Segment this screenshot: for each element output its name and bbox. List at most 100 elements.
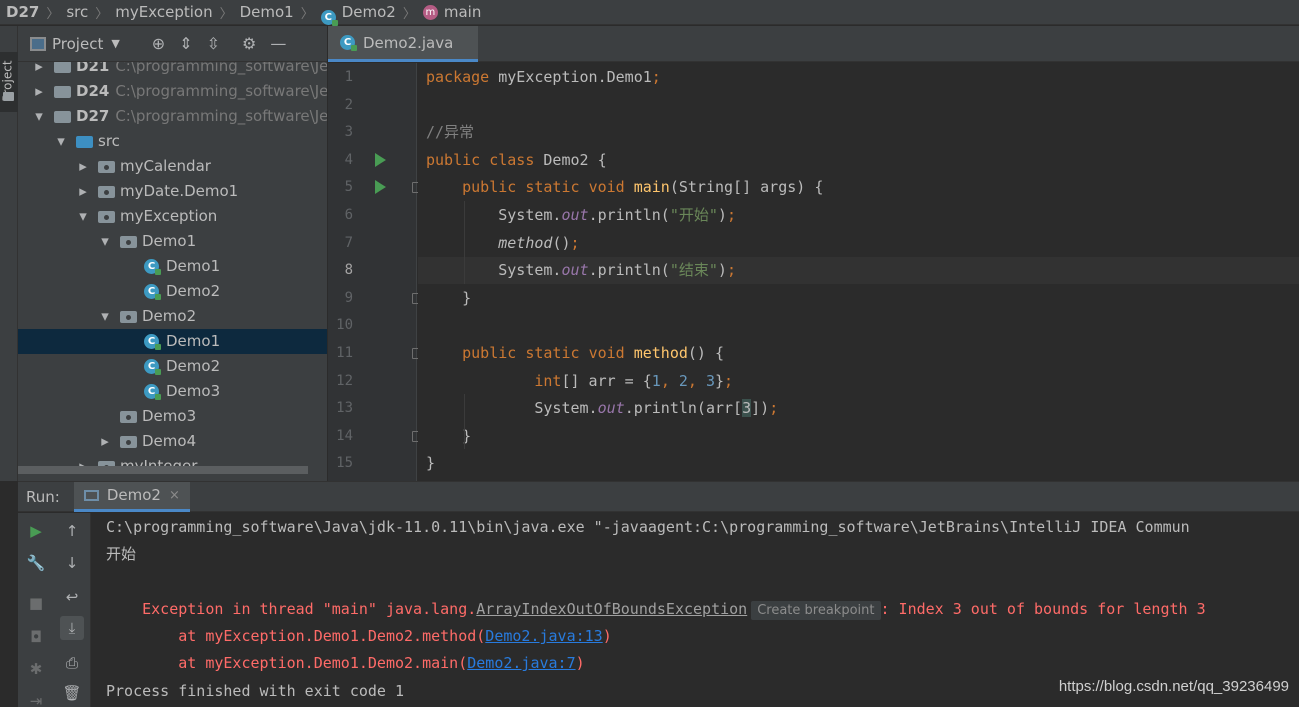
breadcrumb-subpackage[interactable]: Demo1: [240, 3, 294, 21]
run-gutter-icon[interactable]: [375, 152, 386, 167]
code-line[interactable]: System.out.println(arr[3]);: [418, 395, 1299, 422]
tree-item[interactable]: ▾ Demo2: [18, 304, 327, 329]
tree-item[interactable]: ▾ src: [18, 129, 327, 154]
code-line[interactable]: System.out.println("开始");: [418, 202, 1299, 229]
code-line[interactable]: //异常: [418, 119, 1299, 146]
tree-item-name: myCalendar: [120, 157, 211, 175]
code-line[interactable]: public static void method() {: [418, 340, 1299, 367]
project-view-title[interactable]: Project: [52, 35, 103, 53]
line-number: 5: [344, 179, 353, 196]
code-line[interactable]: }: [418, 423, 1299, 450]
tree-item[interactable]: ▸ myCalendar: [18, 154, 327, 179]
project-tool-button[interactable]: Project: [0, 52, 18, 112]
line-number: 1: [344, 69, 353, 85]
package-icon: [98, 161, 115, 173]
breadcrumb-method[interactable]: m main: [422, 3, 481, 21]
indent-guide: [464, 201, 465, 284]
package-icon: [98, 211, 115, 223]
chevron-down-icon[interactable]: ▾: [98, 229, 112, 254]
module-folder-icon: [54, 61, 71, 73]
rerun-icon[interactable]: ▶: [24, 519, 48, 543]
code-line[interactable]: package myException.Demo1;: [418, 64, 1299, 91]
breadcrumb-class[interactable]: C Demo2: [320, 3, 396, 26]
tree-item[interactable]: ▸ myDate.Demo1: [18, 179, 327, 204]
soft-wrap-icon[interactable]: ↩: [60, 585, 84, 609]
run-tab-demo2[interactable]: Demo2 ×: [73, 481, 190, 512]
tree-item[interactable]: ▸ Demo4: [18, 429, 327, 454]
tree-item[interactable]: Demo3: [18, 404, 327, 429]
breadcrumb-project[interactable]: D27: [6, 3, 39, 21]
tree-item[interactable]: C Demo1: [18, 329, 327, 354]
tree-item-name: Demo1: [166, 332, 221, 350]
chevron-right-icon[interactable]: ▸: [76, 154, 90, 179]
code-line[interactable]: [418, 92, 1299, 119]
close-icon[interactable]: ×: [169, 488, 180, 503]
tree-item-label: Demo2: [166, 279, 220, 304]
code-line[interactable]: [418, 312, 1299, 339]
locate-icon[interactable]: ⊕: [152, 34, 165, 53]
trash-icon[interactable]: 🗑: [60, 681, 84, 705]
stop-icon[interactable]: ■: [24, 591, 48, 615]
wrench-icon[interactable]: 🔧: [24, 551, 48, 575]
line-number: 2: [344, 96, 353, 113]
expand-all-icon[interactable]: ⇕: [179, 34, 192, 53]
arrow-down-icon[interactable]: ↓: [60, 551, 84, 575]
chevron-right-icon[interactable]: ▸: [76, 179, 90, 204]
arrow-up-icon[interactable]: ↑: [60, 519, 84, 543]
console-stacktrace-line: at myException.Demo1.Demo2.main(Demo2.ja…: [106, 623, 584, 672]
code-line[interactable]: System.out.println("结束");: [418, 257, 1299, 285]
tree-item-label: Demo4: [142, 429, 196, 454]
code-line[interactable]: }: [418, 450, 1299, 477]
line-number: 10: [336, 317, 353, 334]
scroll-to-end-icon[interactable]: ⤓: [60, 616, 84, 640]
chevron-down-icon[interactable]: ▾: [98, 304, 112, 329]
tree-item[interactable]: ▾ D27 C:\programming_software\Jet: [18, 104, 327, 129]
code-line[interactable]: public class Demo2 {: [418, 147, 1299, 174]
package-icon: [120, 436, 137, 448]
hide-icon[interactable]: —: [270, 34, 286, 53]
tree-item[interactable]: C Demo2: [18, 354, 327, 379]
tree-item[interactable]: C Demo1: [18, 254, 327, 279]
editor-gutter[interactable]: 1 2 3 4 5 6 7 8 9 10 11 12 13 14 15: [328, 63, 421, 481]
class-icon: C: [144, 334, 161, 350]
line-number: 4: [344, 151, 353, 168]
run-toolbar: ▶ ↑ 🔧 ↓ ■ ↩ ⤓ ◘ ✱ ⎙ 🗑 ⇥: [18, 513, 91, 707]
stacktrace-link[interactable]: Demo2.java:7: [467, 654, 575, 672]
chevron-down-icon[interactable]: ▼: [111, 37, 119, 50]
tree-item[interactable]: ▸ D24 C:\programming_software\Jet: [18, 79, 327, 104]
chevron-right-icon[interactable]: ▸: [32, 79, 46, 104]
code-editor[interactable]: package myException.Demo1; //异常 public cla…: [418, 63, 1299, 481]
camera-icon[interactable]: ◘: [24, 625, 48, 649]
class-icon: C: [320, 9, 338, 26]
code-line[interactable]: public static void main(String[] args) {: [418, 174, 1299, 201]
run-gutter-icon[interactable]: [375, 180, 386, 195]
tree-item-name: Demo4: [142, 432, 197, 450]
package-icon: [120, 311, 137, 323]
code-line[interactable]: }: [418, 285, 1299, 312]
tree-item[interactable]: C Demo3: [18, 379, 327, 404]
tree-item[interactable]: ▾ Demo1: [18, 229, 327, 254]
chevron-down-icon[interactable]: ▾: [32, 104, 46, 129]
tab-demo2-java[interactable]: C Demo2.java: [328, 26, 478, 62]
left-tool-strip: Project: [0, 26, 18, 481]
line-number: 15: [336, 455, 353, 472]
class-icon: C: [144, 359, 161, 375]
code-line[interactable]: method();: [418, 230, 1299, 257]
print-icon[interactable]: ⎙: [60, 651, 84, 675]
tree-horizontal-scrollbar[interactable]: [18, 466, 308, 474]
breadcrumb-package[interactable]: myException: [115, 3, 212, 21]
tree-item[interactable]: ▾ myException: [18, 204, 327, 229]
code-line[interactable]: int[] arr = {1, 2, 3};: [418, 368, 1299, 395]
tree-item-label: Demo3: [166, 379, 220, 404]
collapse-all-icon[interactable]: ⇳: [207, 34, 220, 53]
tree-item[interactable]: C Demo2: [18, 279, 327, 304]
chevron-down-icon[interactable]: ▾: [76, 204, 90, 229]
chevron-right-icon[interactable]: ▸: [98, 429, 112, 454]
exit-icon[interactable]: ⇥: [24, 689, 48, 707]
debug-icon[interactable]: ✱: [24, 657, 48, 681]
gear-icon[interactable]: ⚙: [242, 34, 256, 53]
console-icon: [83, 489, 99, 501]
chevron-down-icon[interactable]: ▾: [54, 129, 68, 154]
breadcrumb-src[interactable]: src: [66, 3, 88, 21]
create-breakpoint-button[interactable]: Create breakpoint: [751, 601, 881, 620]
